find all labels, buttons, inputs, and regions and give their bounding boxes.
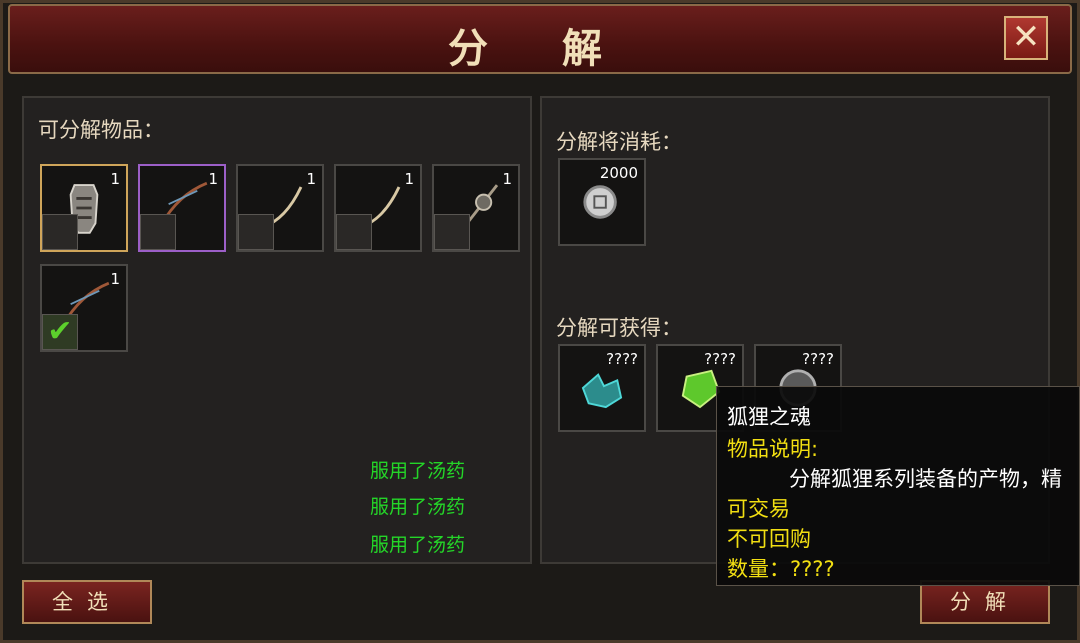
item-slot-6[interactable]: 1 ✔ [40,264,128,352]
select-checkbox[interactable] [336,214,372,250]
select-checkbox[interactable] [42,214,78,250]
checkmark-icon[interactable]: ✔ [42,314,78,350]
item-slot-4[interactable]: 1 [334,164,422,252]
item-slot-5[interactable]: 1 [432,164,520,252]
tooltip-desc: 分解狐狸系列装备的产物，精 [789,467,1062,491]
item-qty: 1 [110,170,120,188]
consume-slot[interactable]: 2000 [558,158,646,246]
decompose-button[interactable]: 分解 [920,580,1050,624]
log-line-1: 服用了汤药 [370,460,466,482]
obtain-label: 分解可获得： [556,316,682,340]
consume-qty: 2000 [599,164,638,182]
select-checkbox[interactable] [238,214,274,250]
tooltip-item-name: 狐狸之魂 [727,405,811,429]
decomposable-items-panel: 可分解物品： 1 1 1 1 1 1 ✔ 服用了汤药 服用了汤药 服用了汤药 [22,96,532,564]
obtain-qty: ???? [704,350,736,368]
item-qty: 1 [502,170,512,188]
log-line-2: 服用了汤药 [370,496,466,518]
window-title: 分 解 [448,25,632,72]
select-all-button[interactable]: 全选 [22,580,152,624]
select-checkbox[interactable] [140,214,176,250]
obtain-slot-1[interactable]: ???? [558,344,646,432]
item-qty: 1 [110,270,120,288]
decomposable-label: 可分解物品： [38,118,164,142]
item-slot-2[interactable]: 1 [138,164,226,252]
log-line-3: 服用了汤药 [370,534,466,556]
title-bar: 分 解 ✕ [8,4,1072,74]
item-qty: 1 [306,170,316,188]
item-slot-1[interactable]: 1 [40,164,128,252]
item-qty: 1 [404,170,414,188]
select-checkbox[interactable] [434,214,470,250]
tooltip-desc-label: 物品说明: [727,437,819,461]
item-tooltip: 狐狸之魂 物品说明: 分解狐狸系列装备的产物，精 可交易 不可回购 数量：???… [716,386,1080,586]
close-button[interactable]: ✕ [1004,16,1048,60]
item-slot-3[interactable]: 1 [236,164,324,252]
tooltip-qty: 数量：???? [727,557,835,581]
tooltip-tradable: 可交易 [727,497,790,521]
tooltip-buyback: 不可回购 [727,527,811,551]
obtain-qty: ???? [802,350,834,368]
consume-label: 分解将消耗： [556,130,682,154]
obtain-qty: ???? [606,350,638,368]
item-qty: 1 [208,170,218,188]
